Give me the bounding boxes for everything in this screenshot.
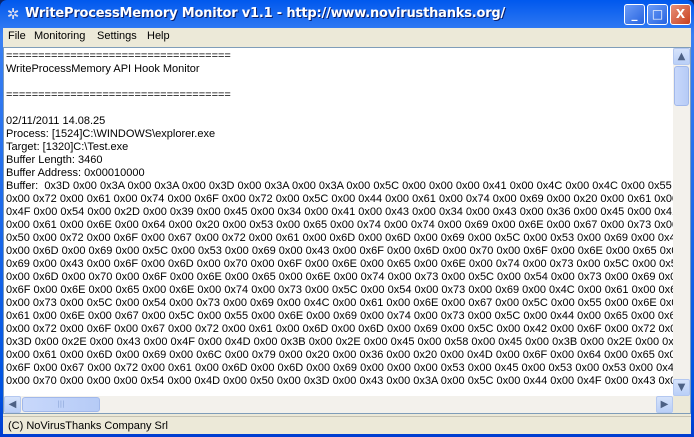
horizontal-scrollbar[interactable]: ◀ ||| ▶ [4, 396, 673, 413]
maximize-button[interactable]: □ [647, 4, 668, 25]
horizontal-scroll-thumb[interactable]: ||| [22, 397, 100, 412]
log-line: Target: [1320]C:\Test.exe [6, 141, 129, 153]
menu-monitoring[interactable]: Monitoring [34, 30, 85, 42]
menu-file[interactable]: File [8, 30, 26, 42]
log-line: WriteProcessMemory API Hook Monitor [6, 63, 200, 75]
minimize-button[interactable]: _ [624, 4, 645, 25]
log-line: Buffer: 0x3D 0x00 0x3A 0x00 0x3A 0x00 0x… [6, 180, 673, 192]
scroll-up-button[interactable]: ▲ [673, 48, 690, 65]
menu-bar: File Monitoring Settings Help [3, 28, 691, 46]
log-line: =================================== [6, 50, 231, 62]
log-line: 0x00 0x6D 0x00 0x69 0x00 0x5C 0x00 0x53 … [6, 245, 673, 257]
menu-settings[interactable]: Settings [97, 30, 137, 42]
log-line: Buffer Address: 0x00010000 [6, 167, 145, 179]
app-window: ✲ WriteProcessMemory Monitor v1.1 - http… [0, 0, 694, 437]
scrollbar-corner [673, 396, 690, 413]
client-area: File Monitoring Settings Help ==========… [3, 28, 691, 434]
log-line: 0x3D 0x00 0x2E 0x00 0x43 0x00 0x4F 0x00 … [6, 336, 673, 348]
log-line: 0x00 0x61 0x00 0x6E 0x00 0x64 0x00 0x20 … [6, 219, 673, 231]
log-line: 0x00 0x61 0x00 0x6D 0x00 0x69 0x00 0x6C … [6, 349, 673, 361]
log-line: 0x4F 0x00 0x54 0x00 0x2D 0x00 0x39 0x00 … [6, 206, 673, 218]
window-title: WriteProcessMemory Monitor v1.1 - http:/… [25, 6, 506, 21]
log-line: 0x69 0x00 0x43 0x00 0x6F 0x00 0x6D 0x00 … [6, 258, 673, 270]
scroll-right-button[interactable]: ▶ [656, 396, 673, 413]
log-line: 0x50 0x00 0x72 0x00 0x6F 0x00 0x67 0x00 … [6, 232, 673, 244]
close-button[interactable]: X [670, 4, 691, 25]
log-line: 0x00 0x73 0x00 0x5C 0x00 0x54 0x00 0x73 … [6, 297, 673, 309]
title-bar[interactable]: ✲ WriteProcessMemory Monitor v1.1 - http… [0, 0, 694, 28]
log-line: 0x6F 0x00 0x6E 0x00 0x65 0x00 0x6E 0x00 … [6, 284, 673, 296]
log-line: Buffer Length: 3460 [6, 154, 103, 166]
log-line: 0x61 0x00 0x6E 0x00 0x67 0x00 0x5C 0x00 … [6, 310, 673, 322]
log-line: 0x00 0x6D 0x00 0x70 0x00 0x6F 0x00 0x6E … [6, 271, 673, 283]
log-line: Process: [1524]C:\WINDOWS\explorer.exe [6, 128, 216, 140]
log-line: =================================== [6, 89, 231, 101]
scroll-down-button[interactable]: ▼ [673, 379, 690, 396]
log-line: 0x00 0x72 0x00 0x6F 0x00 0x67 0x00 0x72 … [6, 323, 673, 335]
status-bar: (C) NoVirusThanks Company Srl [3, 416, 691, 434]
log-line: 0x6F 0x00 0x67 0x00 0x72 0x00 0x61 0x00 … [6, 362, 673, 374]
vertical-scrollbar[interactable]: ▲ ▼ [673, 48, 690, 396]
log-textarea[interactable]: =================================== Write… [3, 47, 691, 414]
log-line: 0x00 0x72 0x00 0x61 0x00 0x74 0x00 0x6F … [6, 193, 673, 205]
menu-help[interactable]: Help [147, 30, 170, 42]
log-line: 0x00 0x70 0x00 0x00 0x00 0x54 0x00 0x4D … [6, 375, 673, 387]
log-line: 02/11/2011 14.08.25 [6, 115, 106, 127]
log-text[interactable]: =================================== Write… [6, 50, 673, 394]
status-text: (C) NoVirusThanks Company Srl [8, 420, 168, 432]
scroll-left-button[interactable]: ◀ [4, 396, 21, 413]
vertical-scroll-thumb[interactable] [674, 66, 689, 106]
gear-icon[interactable]: ✲ [5, 6, 21, 22]
